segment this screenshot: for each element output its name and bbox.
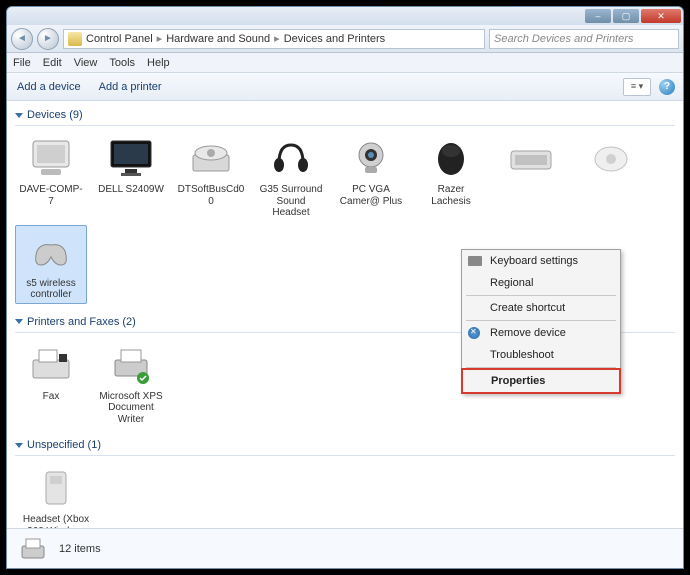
context-menu: Keyboard settings Regional Create shortc… bbox=[461, 249, 621, 394]
caret-down-icon bbox=[15, 319, 23, 324]
breadcrumb-leaf[interactable]: Devices and Printers bbox=[284, 33, 386, 45]
status-printer-icon bbox=[17, 535, 49, 563]
fax-icon bbox=[23, 341, 79, 389]
search-input[interactable]: Search Devices and Printers bbox=[489, 29, 679, 49]
help-button[interactable]: ? bbox=[659, 79, 675, 95]
keyboard-small-icon bbox=[468, 256, 482, 266]
close-button[interactable]: ✕ bbox=[641, 9, 681, 23]
ctx-regional[interactable]: Regional bbox=[462, 272, 620, 294]
back-button[interactable]: ◄ bbox=[11, 28, 33, 50]
status-bar: 12 items bbox=[7, 528, 683, 568]
generic-device-icon bbox=[28, 464, 84, 512]
ctx-keyboard-settings[interactable]: Keyboard settings bbox=[462, 250, 620, 272]
add-printer-button[interactable]: Add a printer bbox=[99, 81, 162, 93]
view-options-button[interactable]: ≡ ▾ bbox=[623, 78, 651, 96]
forward-button[interactable]: ► bbox=[37, 28, 59, 50]
gamepad-icon bbox=[23, 228, 79, 276]
command-bar: Add a device Add a printer ≡ ▾ ? bbox=[7, 73, 683, 101]
device-item[interactable]: DTSoftBusCd00 bbox=[175, 132, 247, 221]
caret-down-icon bbox=[15, 443, 23, 448]
minimize-button[interactable]: – bbox=[585, 9, 611, 23]
menu-file[interactable]: File bbox=[13, 57, 31, 69]
ctx-create-shortcut[interactable]: Create shortcut bbox=[462, 297, 620, 319]
printer-item[interactable]: Fax bbox=[15, 339, 87, 428]
breadcrumb-mid[interactable]: Hardware and Sound bbox=[166, 33, 270, 45]
menu-edit[interactable]: Edit bbox=[43, 57, 62, 69]
ctx-troubleshoot[interactable]: Troubleshoot bbox=[462, 344, 620, 366]
breadcrumb-root[interactable]: Control Panel bbox=[86, 33, 153, 45]
disc-drive-icon bbox=[183, 134, 239, 182]
group-header-unspecified[interactable]: Unspecified (1) bbox=[15, 435, 675, 453]
navigation-bar: ◄ ► Control Panel ▸ Hardware and Sound ▸… bbox=[7, 25, 683, 53]
device-item[interactable]: G35 Surround Sound Headset bbox=[255, 132, 327, 221]
maximize-button[interactable]: ▢ bbox=[613, 9, 639, 23]
group-header-devices[interactable]: Devices (9) bbox=[15, 105, 675, 123]
device-item-selected[interactable]: s5 wireless controller bbox=[15, 225, 87, 304]
computer-icon bbox=[23, 134, 79, 182]
device-item[interactable]: DAVE-COMP-7 bbox=[15, 132, 87, 221]
wireless-receiver-icon bbox=[583, 134, 639, 182]
remove-icon bbox=[468, 327, 480, 339]
caret-down-icon bbox=[15, 113, 23, 118]
menu-view[interactable]: View bbox=[74, 57, 98, 69]
monitor-icon bbox=[103, 134, 159, 182]
printer-item[interactable]: Microsoft XPS Document Writer bbox=[95, 339, 167, 428]
menu-bar: File Edit View Tools Help bbox=[7, 53, 683, 73]
printer-icon bbox=[103, 341, 159, 389]
menu-tools[interactable]: Tools bbox=[109, 57, 135, 69]
webcam-icon bbox=[343, 134, 399, 182]
add-device-button[interactable]: Add a device bbox=[17, 81, 81, 93]
keyboard-icon bbox=[503, 134, 559, 182]
mouse-icon bbox=[423, 134, 479, 182]
device-item[interactable] bbox=[575, 132, 647, 221]
device-item[interactable] bbox=[495, 132, 567, 221]
ctx-remove-device[interactable]: Remove device bbox=[462, 322, 620, 344]
device-item[interactable]: PC VGA Camer@ Plus bbox=[335, 132, 407, 221]
titlebar: – ▢ ✕ bbox=[7, 7, 683, 25]
headset-icon bbox=[263, 134, 319, 182]
status-text: 12 items bbox=[59, 543, 101, 555]
content-area: Devices (9) DAVE-COMP-7 DELL S2409W bbox=[7, 101, 683, 528]
control-panel-icon bbox=[68, 32, 82, 46]
unspecified-items: Headset (Xbox 360 Wireless Receiver for … bbox=[15, 462, 675, 528]
breadcrumb[interactable]: Control Panel ▸ Hardware and Sound ▸ Dev… bbox=[63, 29, 485, 49]
unspecified-item[interactable]: Headset (Xbox 360 Wireless Receiver for … bbox=[15, 462, 97, 528]
ctx-properties[interactable]: Properties bbox=[461, 368, 621, 394]
device-item[interactable]: Razer Lachesis bbox=[415, 132, 487, 221]
menu-help[interactable]: Help bbox=[147, 57, 170, 69]
window: – ▢ ✕ ◄ ► Control Panel ▸ Hardware and S… bbox=[6, 6, 684, 569]
device-item[interactable]: DELL S2409W bbox=[95, 132, 167, 221]
